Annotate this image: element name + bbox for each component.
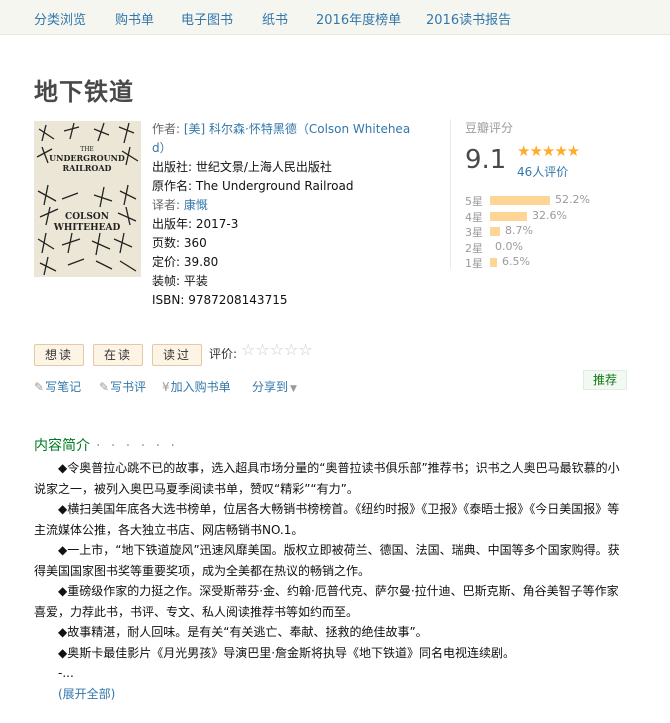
write-review-label: 写书评 <box>110 380 147 394</box>
intro-paragraph: ◆横扫美国年底各大选书榜单，位居各大畅销书榜榜首。《纽约时报》《卫报》《泰晤士报… <box>34 502 620 537</box>
intro-paragraph: ◆奥斯卡最佳影片《月光男孩》导演巴里·詹金斯将执导《地下铁道》同名电视连续剧。 <box>58 645 516 660</box>
add-to-cart-link[interactable]: ¥加入购书单 <box>162 378 231 395</box>
intro-title: 内容简介 <box>34 438 90 454</box>
rating-bar-percent: 6.5% <box>502 255 530 268</box>
rating-score: 9.1 <box>465 145 507 175</box>
rating-bar-row: 2星 0.0% <box>465 240 645 256</box>
rating-bar-row: 3星 8.7% <box>465 224 645 240</box>
intro-dots: · · · · · · <box>96 438 178 454</box>
cover-line-4: COLSON <box>65 212 109 222</box>
intro-heading: 内容简介 · · · · · · <box>34 435 178 455</box>
rating-bar <box>490 258 497 267</box>
nav-item-2016-report[interactable]: 2016读书报告 <box>426 9 511 28</box>
original-title: 原作名: The Underground Railroad <box>152 179 354 193</box>
write-note-link[interactable]: ✎写笔记 <box>34 378 81 395</box>
rating-bar-label: 3星 <box>465 226 483 239</box>
translator-row: 译者: 康慨 <box>152 196 442 215</box>
rating-bar-row: 5星 52.2% <box>465 193 645 209</box>
intro-paragraph: ◆一上市，“地下铁道旋风”迅速风靡美国。版权立即被荷兰、德国、法国、瑞典、中国等… <box>34 543 620 578</box>
rating-count-link[interactable]: 46人评价 <box>517 163 568 180</box>
rate-stars-icon[interactable]: ☆☆☆☆☆ <box>241 340 313 359</box>
cover-line-1: THE <box>80 146 94 153</box>
price: 定价: 39.80 <box>152 255 219 269</box>
author-row: 作者: [美] 科尔森·怀特黑德（Colson Whitehea <box>152 120 442 139</box>
book-cover[interactable]: THE UNDERGROUND RAILROAD COLSON WHITEHEA… <box>34 121 141 277</box>
rate-label: 评价: <box>209 347 238 361</box>
translator-link[interactable]: 康慨 <box>184 198 208 212</box>
cover-line-2: UNDERGROUND <box>49 153 125 163</box>
read-button[interactable]: 读过 <box>152 344 202 366</box>
publisher: 出版社: 世纪文景/上海人民出版社 <box>152 160 332 174</box>
nav-item-shopping-list[interactable]: 购书单 <box>115 9 154 28</box>
rating-bar <box>490 227 500 236</box>
rating-distribution: 5星 52.2% 4星 32.6% 3星 8.7% 2星 0.0% 1星 6.5… <box>465 193 645 271</box>
rating-bar-percent: 32.6% <box>532 208 567 222</box>
rating-stars-icon: ★★★★★ <box>517 142 580 160</box>
intro-paragraph: ◆令奥普拉心跳不已的故事，选入超具市场分量的“奥普拉读书俱乐部”推荐书；识书之人… <box>34 461 620 496</box>
author-link[interactable]: [美] 科尔森·怀特黑德（Colson Whitehea <box>184 122 410 136</box>
share-dropdown[interactable]: 分享到 ▼ <box>252 378 298 395</box>
rating-bar-label: 2星 <box>465 241 483 255</box>
rating-bar-row: 1星 6.5% <box>465 255 645 271</box>
intro-paragraph: -... <box>58 666 74 680</box>
binding: 装帧: 平装 <box>152 274 208 288</box>
add-to-cart-label: 加入购书单 <box>170 380 231 394</box>
pencil-icon: ✎ <box>99 380 110 394</box>
rating-bar-percent: 52.2% <box>555 193 590 206</box>
pub-year: 出版年: 2017-3 <box>152 217 239 231</box>
intro-body: ◆令奥普拉心跳不已的故事，选入超具市场分量的“奥普拉读书俱乐部”推荐书；识书之人… <box>34 458 628 704</box>
cover-art: THE UNDERGROUND RAILROAD COLSON WHITEHEA… <box>34 121 141 277</box>
rating-bar-percent: 8.7% <box>505 224 533 237</box>
top-nav: 分类浏览 购书单 电子图书 纸书 2016年度榜单 2016读书报告 <box>0 0 670 35</box>
reading-button[interactable]: 在读 <box>93 344 143 366</box>
nav-item-categories[interactable]: 分类浏览 <box>34 9 86 28</box>
translator-label: 译者: <box>152 198 184 212</box>
pencil-icon: ✎ <box>34 380 45 394</box>
nav-item-ebooks[interactable]: 电子图书 <box>181 9 233 28</box>
rating-bar-row: 4星 32.6% <box>465 209 645 225</box>
yen-icon: ¥ <box>162 380 170 394</box>
cover-line-5: WHITEHEAD <box>53 223 121 233</box>
share-label: 分享到 <box>252 380 289 394</box>
expand-all-link[interactable]: (展开全部) <box>34 684 628 705</box>
nav-item-2016-rankings[interactable]: 2016年度榜单 <box>316 9 401 28</box>
write-note-label: 写笔记 <box>45 380 82 394</box>
rating-panel: 豆瓣评分 9.1 ★★★★★ 46人评价 5星 52.2% 4星 32.6% 3… <box>450 119 655 271</box>
isbn: ISBN: 9787208143715 <box>152 293 288 307</box>
rating-bar-label: 4星 <box>465 210 483 224</box>
recommend-button[interactable]: 推荐 <box>583 370 627 390</box>
rating-bar-percent: 0.0% <box>495 239 523 253</box>
pages: 页数: 360 <box>152 236 207 250</box>
rating-bar <box>490 211 527 221</box>
chevron-down-icon: ▼ <box>290 384 297 394</box>
author-label: 作者: <box>152 122 181 136</box>
author-link-cont[interactable]: d） <box>152 141 172 155</box>
intro-paragraph: ◆故事精湛，耐人回味。是有关“有关逃亡、奉献、拯救的绝佳故事”。 <box>58 625 428 639</box>
book-title: 地下铁道 <box>34 78 134 106</box>
rating-bar-label: 5星 <box>465 195 483 208</box>
intro-paragraph: ◆重磅级作家的力挺之作。深受斯蒂芬·金、约翰·厄普代克、萨尔曼·拉什迪、巴斯克斯… <box>34 584 619 619</box>
book-info: 作者: [美] 科尔森·怀特黑德（Colson Whitehea d） 出版社:… <box>152 120 442 310</box>
write-review-link[interactable]: ✎写书评 <box>99 378 146 395</box>
rating-label: 豆瓣评分 <box>465 121 514 135</box>
author-row-cont: d） <box>152 139 442 158</box>
cover-line-3: RAILROAD <box>63 163 112 173</box>
rating-bar-label: 1星 <box>465 257 483 270</box>
nav-item-paper-books[interactable]: 纸书 <box>262 9 288 28</box>
want-read-button[interactable]: 想读 <box>34 344 84 366</box>
rating-bar <box>490 196 550 205</box>
